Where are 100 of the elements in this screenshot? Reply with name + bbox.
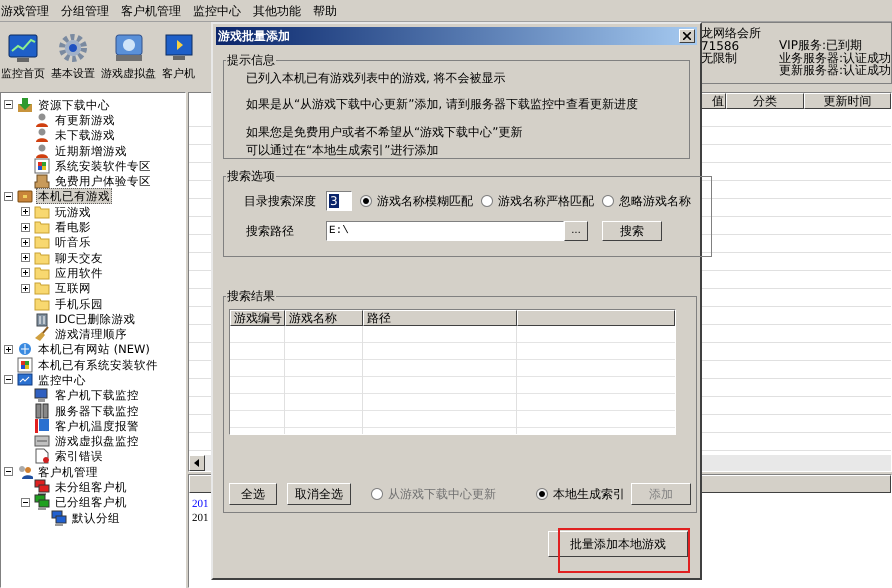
tree-item[interactable]: 资源下载中心 — [36, 96, 112, 113]
network-computer-icon — [34, 494, 50, 510]
menu-item[interactable]: 客户机管理 — [121, 2, 181, 20]
tip-text: 已列入本机已有游戏列表中的游戏, 将不会被显示 — [246, 70, 507, 87]
tree-item[interactable]: 客户机下载监控 — [53, 387, 141, 404]
toolbar-button[interactable]: 基本设置 — [51, 32, 95, 82]
tree-item[interactable]: 游戏虚拟盘监控 — [53, 433, 141, 450]
toolbar-button[interactable]: 客户机 — [162, 32, 195, 82]
menu-item[interactable]: 帮助 — [313, 2, 337, 20]
field-label: 目录搜索深度 — [244, 193, 317, 210]
network-computer-icon — [51, 510, 67, 526]
tree-item[interactable]: 未下载游戏 — [53, 127, 117, 144]
four-squares-icon — [34, 158, 50, 174]
network-computer-icon — [34, 479, 50, 496]
tree-item[interactable]: 已分组客户机 — [53, 494, 129, 510]
expand-box[interactable] — [21, 253, 30, 262]
path-field[interactable]: E:\ — [326, 221, 564, 241]
tree-item[interactable]: 服务器下载监控 — [53, 402, 141, 419]
column-header[interactable]: 游戏编号 — [230, 310, 285, 326]
status-text: 71586 — [700, 40, 740, 52]
expand-box[interactable] — [21, 238, 30, 247]
collapse-box[interactable] — [4, 192, 13, 201]
column-header[interactable] — [517, 310, 675, 326]
four-squares-icon — [17, 356, 33, 373]
download-box-icon — [17, 96, 33, 113]
group-title: 搜索选项 — [226, 168, 276, 185]
trash-can-icon — [34, 310, 50, 327]
tree-item[interactable]: 本机已有游戏 — [36, 188, 112, 204]
folder-icon — [34, 234, 50, 250]
folder-icon — [34, 264, 50, 281]
tree-item[interactable]: 客户机温度报警 — [53, 418, 141, 434]
settings-icon — [57, 32, 89, 64]
tree-item[interactable]: 玩游戏 — [53, 204, 93, 220]
chart-monitor-icon — [7, 32, 39, 64]
tree-item[interactable]: 未分组客户机 — [53, 479, 129, 496]
search-button[interactable]: 搜索 — [602, 221, 662, 241]
radio-button[interactable] — [536, 488, 548, 500]
status-text: 无限制 — [700, 52, 738, 64]
expand-box[interactable] — [4, 344, 13, 354]
tree-item[interactable]: 有更新游戏 — [53, 112, 117, 128]
select-all-button[interactable]: 全选 — [229, 483, 277, 505]
radio-button[interactable] — [360, 195, 372, 207]
column-header[interactable]: 值 — [701, 93, 726, 109]
menu-item[interactable]: 其他功能 — [253, 2, 301, 20]
expand-box[interactable] — [21, 222, 30, 232]
radio-label[interactable]: 忽略游戏名称 — [619, 192, 691, 210]
column-header[interactable]: 游戏名称 — [285, 310, 363, 326]
radio-button[interactable] — [481, 195, 493, 207]
menu-item[interactable]: 游戏管理 — [1, 2, 49, 20]
tree-item[interactable]: 索引错误 — [53, 448, 105, 464]
tree-item[interactable]: 游戏清理顺序 — [53, 326, 129, 342]
tree-item[interactable]: IDC已删除游戏 — [53, 310, 138, 327]
radio-label[interactable]: 本地生成索引 — [553, 485, 625, 503]
browse-button[interactable]: ... — [564, 221, 588, 241]
close-button[interactable] — [679, 29, 695, 43]
collapse-box[interactable] — [21, 498, 30, 507]
window-title: 游戏批量添加 — [218, 28, 290, 45]
expand-box[interactable] — [21, 284, 30, 293]
radio-label[interactable]: 游戏名称模糊匹配 — [377, 192, 473, 210]
column-header[interactable]: 路径 — [363, 310, 517, 326]
field-label: 搜索路径 — [245, 223, 295, 240]
toolbar-button[interactable]: 游戏虚拟盘 — [101, 32, 156, 82]
collapse-box[interactable] — [4, 467, 13, 476]
tree-item[interactable]: 近期新增游戏 — [53, 142, 129, 159]
tree-item[interactable]: 默认分组 — [70, 510, 122, 526]
radio-button[interactable] — [602, 195, 614, 207]
folder-icon — [34, 204, 50, 220]
tree-item[interactable]: 听音乐 — [53, 234, 93, 250]
tree-item[interactable]: 本机已有网站 (NEW) — [36, 341, 152, 358]
person-icon — [34, 142, 50, 159]
tree-item[interactable]: 监控中心 — [36, 372, 88, 388]
collapse-box[interactable] — [4, 375, 13, 384]
tree-item[interactable]: 本机已有系统安装软件 — [36, 356, 160, 373]
tip-text: 如果您是免费用户或者不希望从“游戏下载中心”更新 — [246, 124, 524, 141]
tree-item[interactable]: 客户机管理 — [36, 464, 100, 480]
tree-item[interactable]: 聊天交友 — [53, 250, 105, 266]
collapse-box[interactable] — [4, 100, 13, 110]
drive-icon — [34, 433, 50, 450]
depth-field[interactable]: 3 — [326, 191, 352, 211]
tree-item[interactable]: 应用软件 — [53, 264, 105, 281]
expand-box[interactable] — [21, 268, 30, 278]
tree-item[interactable]: 手机乐园 — [53, 296, 105, 312]
status-text: VIP服务:已到期 — [778, 39, 863, 52]
radio-label[interactable]: 游戏名称严格匹配 — [498, 192, 594, 210]
column-header[interactable]: 更新时间 — [804, 93, 891, 109]
column-header[interactable]: 分类 — [726, 93, 804, 109]
tree-item[interactable]: 免费用户体验专区 — [53, 173, 153, 190]
expand-box[interactable] — [21, 207, 30, 216]
menu-item[interactable]: 监控中心 — [193, 2, 241, 20]
tree-item[interactable]: 看电影 — [53, 219, 93, 236]
deselect-all-button[interactable]: 取消全选 — [287, 483, 351, 505]
globe-icon — [17, 341, 33, 358]
tree-item[interactable]: 系统安装软件专区 — [53, 158, 153, 174]
scroll-left-button[interactable] — [189, 455, 205, 471]
menu-item[interactable]: 分组管理 — [61, 2, 109, 20]
status-text: 龙网络会所 — [700, 27, 762, 40]
status-text: 业务服务器:认证成功 — [778, 52, 891, 64]
person-icon — [34, 112, 50, 128]
toolbar-button[interactable]: 监控首页 — [1, 32, 45, 82]
tree-item[interactable]: 互联网 — [53, 280, 93, 296]
